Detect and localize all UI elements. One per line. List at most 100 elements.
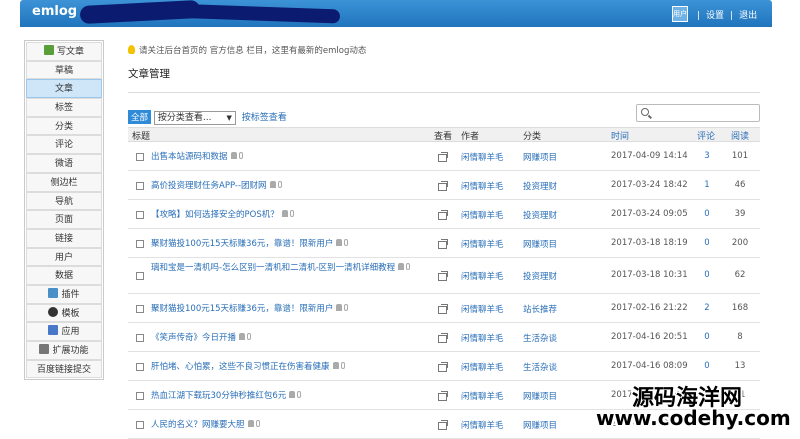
view-article-icon[interactable]: [438, 304, 448, 314]
view-article-icon[interactable]: [438, 420, 448, 430]
view-article-icon[interactable]: [438, 333, 448, 343]
article-title-link[interactable]: 聚财猫投100元15天标赚36元，靠谱！限新用户: [151, 238, 421, 250]
article-title-link[interactable]: 肝怕堵、心怕累，这些不良习惯正在伤害着健康: [151, 361, 421, 373]
logout-link[interactable]: 退出: [739, 11, 757, 21]
category-link[interactable]: 投资理财: [523, 270, 557, 282]
article-title-text: 肝怕堵、心怕累，这些不良习惯正在伤害着健康: [151, 362, 330, 372]
view-article-icon[interactable]: [438, 271, 448, 281]
comment-count[interactable]: 0: [702, 332, 712, 342]
post-time: 2017-04-16 08:09: [611, 361, 688, 371]
author-link[interactable]: 闲情聊羊毛: [461, 180, 504, 192]
gear-icon: [48, 306, 59, 317]
article-title-link[interactable]: 出售本站源码和数据: [151, 151, 421, 163]
page-title: 文章管理: [128, 68, 170, 80]
sidebar-item[interactable]: 评论: [26, 135, 102, 155]
author-link[interactable]: 闲情聊羊毛: [461, 238, 504, 250]
comment-count[interactable]: 0: [702, 270, 712, 280]
comment-count[interactable]: 0: [702, 209, 712, 219]
article-title-link[interactable]: 【攻略】如何选择安全的POS机？: [151, 209, 421, 221]
sidebar-item[interactable]: 应用: [26, 322, 102, 341]
post-time: 2017-02-16 21:22: [611, 303, 688, 313]
sidebar-item[interactable]: 扩展功能: [26, 341, 102, 360]
category-link[interactable]: 投资理财: [523, 209, 557, 221]
row-checkbox[interactable]: [136, 392, 144, 400]
comment-count[interactable]: 3: [702, 151, 712, 161]
row-checkbox[interactable]: [136, 334, 144, 342]
view-article-icon[interactable]: [438, 210, 448, 220]
sidebar-item[interactable]: 数据: [26, 266, 102, 285]
sidebar-item[interactable]: 文章: [26, 79, 102, 99]
article-title-link[interactable]: 热血江湖下载玩30分钟秒推红包6元: [151, 390, 421, 402]
sidebar-item-label: 页面: [54, 215, 73, 226]
sidebar-item[interactable]: 插件: [26, 284, 102, 304]
comment-count[interactable]: 0: [702, 361, 712, 371]
view-article-icon[interactable]: [438, 239, 448, 249]
sidebar-item[interactable]: 分类: [26, 116, 102, 136]
search-input[interactable]: [636, 104, 760, 122]
settings-link[interactable]: 设置: [706, 11, 724, 21]
category-link[interactable]: 投资理财: [523, 180, 557, 192]
sidebar-item[interactable]: 用户: [26, 247, 102, 267]
author-link[interactable]: 闲情聊羊毛: [461, 270, 504, 282]
sidebar-item[interactable]: 侧边栏: [26, 172, 102, 192]
row-checkbox[interactable]: [136, 363, 144, 371]
sidebar-item-label: 侧边栏: [50, 177, 78, 188]
view-article-icon[interactable]: [438, 391, 448, 401]
sidebar-item[interactable]: 标签: [26, 98, 102, 117]
top-pin-icon: [247, 420, 254, 427]
row-checkbox[interactable]: [136, 421, 144, 429]
sidebar-item[interactable]: 写文章: [26, 42, 102, 61]
sidebar-item[interactable]: 草稿: [26, 60, 102, 80]
category-link[interactable]: 网赚项目: [523, 238, 557, 250]
sidebar-item[interactable]: 模板: [26, 303, 102, 323]
category-link[interactable]: 生活杂谈: [523, 332, 557, 344]
article-title-text: 聚财猫投100元15天标赚36元，靠谱！限新用户: [151, 304, 334, 314]
avatar[interactable]: 用户: [672, 6, 688, 22]
row-checkbox[interactable]: [136, 305, 144, 313]
comment-count[interactable]: 1: [702, 180, 712, 190]
author-link[interactable]: 闲情聊羊毛: [461, 151, 504, 163]
sidebar-item[interactable]: 导航: [26, 191, 102, 211]
view-article-icon[interactable]: [438, 152, 448, 162]
category-link[interactable]: 网赚项目: [523, 390, 557, 402]
row-checkbox[interactable]: [136, 153, 144, 161]
author-link[interactable]: 闲情聊羊毛: [461, 390, 504, 402]
article-title-link[interactable]: 人民的名义？网赚要大胆: [151, 419, 421, 431]
col-comments[interactable]: 评论: [697, 129, 715, 142]
col-time[interactable]: 时间: [611, 129, 629, 142]
top-pin-icon: [398, 263, 405, 270]
row-checkbox[interactable]: [136, 182, 144, 190]
category-link[interactable]: 网赚项目: [523, 419, 557, 431]
view-article-icon[interactable]: [438, 181, 448, 191]
category-link[interactable]: 生活杂谈: [523, 361, 557, 373]
category-link[interactable]: 网赚项目: [523, 151, 557, 163]
sidebar-item[interactable]: 微语: [26, 154, 102, 173]
separator: |: [697, 11, 701, 21]
category-select[interactable]: 按分类查看... ▼: [153, 110, 236, 125]
comment-count[interactable]: 0: [702, 238, 712, 248]
row-checkbox[interactable]: [136, 211, 144, 219]
author-link[interactable]: 闲情聊羊毛: [461, 209, 504, 221]
author-link[interactable]: 闲情聊羊毛: [461, 361, 504, 373]
comment-count[interactable]: 2: [702, 303, 712, 313]
sidebar-item[interactable]: 链接: [26, 228, 102, 248]
article-title-link[interactable]: 璃和宝是一清机吗-怎么区别一清机和二清机-区别一清机详细教程: [151, 262, 421, 274]
top-pin-icon: [269, 181, 276, 188]
tag-filter-link[interactable]: 按标签查看: [242, 113, 287, 123]
article-title-link[interactable]: 《笑声传奇》今日开播: [151, 332, 421, 344]
all-filter-button[interactable]: 全部: [128, 110, 152, 124]
sidebar-item-label: 标签: [54, 103, 73, 114]
article-title-link[interactable]: 聚财猫投100元15天标赚36元，靠谱！限新用户: [151, 303, 421, 315]
author-link[interactable]: 闲情聊羊毛: [461, 303, 504, 315]
view-article-icon[interactable]: [438, 362, 448, 372]
sidebar-item[interactable]: 百度链接提交: [26, 359, 102, 379]
category-link[interactable]: 站长推荐: [523, 303, 557, 315]
site-title[interactable]: emlog: [32, 4, 77, 19]
col-reads[interactable]: 阅读: [731, 129, 749, 142]
author-link[interactable]: 闲情聊羊毛: [461, 419, 504, 431]
sidebar-item[interactable]: 页面: [26, 210, 102, 229]
row-checkbox[interactable]: [136, 240, 144, 248]
row-checkbox[interactable]: [136, 272, 144, 280]
author-link[interactable]: 闲情聊羊毛: [461, 332, 504, 344]
article-title-link[interactable]: 高价投资理财任务APP--团财网: [151, 180, 421, 192]
